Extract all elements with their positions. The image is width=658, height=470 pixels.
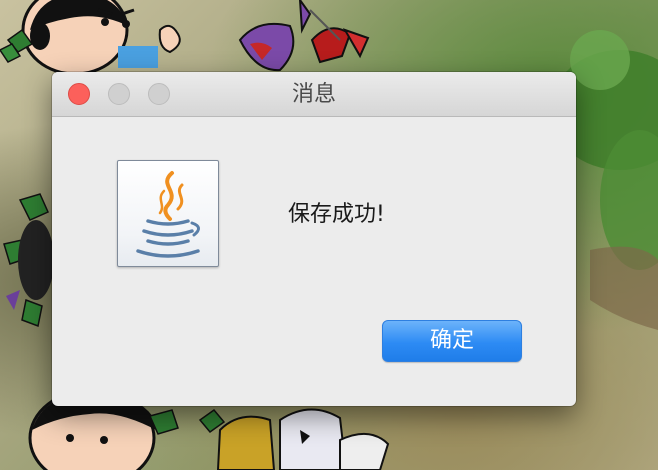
java-coffee-cup-icon [117, 160, 219, 267]
message-dialog: 消息 保存成功! 确定 [52, 72, 576, 406]
dialog-titlebar[interactable]: 消息 [52, 72, 576, 117]
confirm-button[interactable]: 确定 [382, 320, 522, 362]
dialog-title: 消息 [291, 82, 336, 107]
dialog-message: 保存成功! [288, 202, 385, 227]
